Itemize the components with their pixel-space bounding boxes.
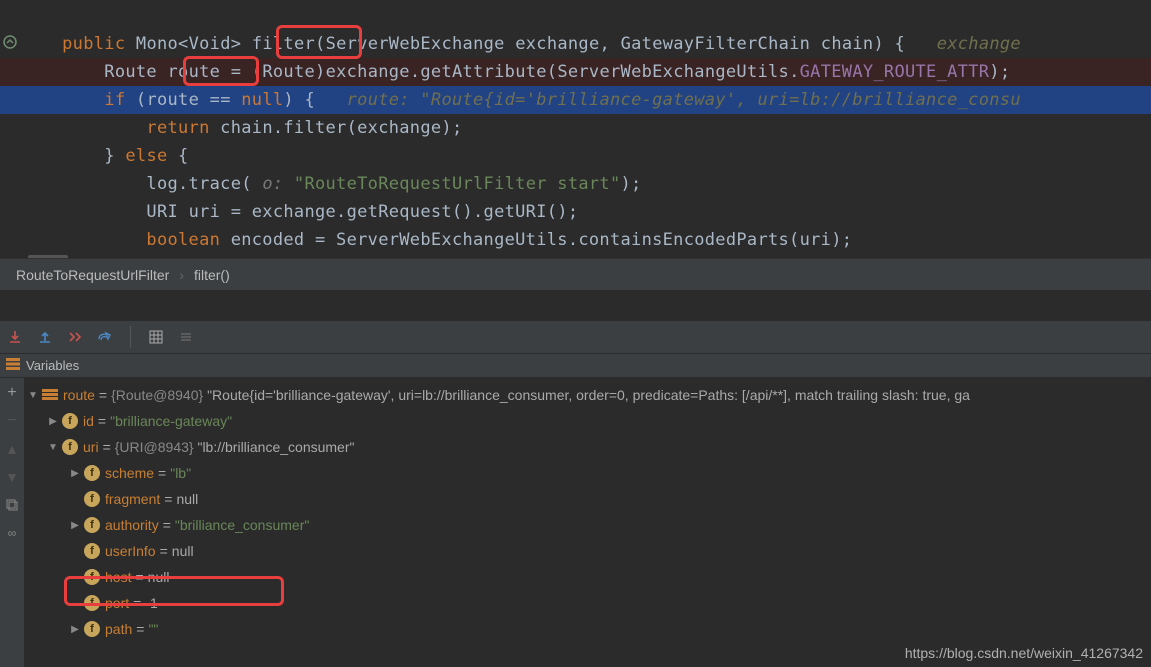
variables-header[interactable]: Variables [0,354,1151,378]
expand-arrow-right[interactable]: ▶ [46,416,60,427]
code-line[interactable]: } else { [0,142,1151,170]
tree-row[interactable]: f fragment = null [24,486,1151,512]
grid-icon[interactable] [147,328,165,346]
field-icon: f [84,543,100,559]
expand-arrow-right[interactable]: ▶ [68,520,82,531]
breadcrumb[interactable]: RouteToRequestUrlFilter › filter() [0,258,1151,290]
field-icon: f [62,413,78,429]
code-line[interactable]: log.trace( o: "RouteToRequestUrlFilter s… [0,170,1151,198]
breadcrumb-method[interactable]: filter() [194,267,230,283]
tree-row-route[interactable]: ▼ route = {Route@8940} "Route{id='brilli… [24,382,1151,408]
breadcrumb-separator: › [179,267,184,283]
override-gutter-icon[interactable] [3,35,17,49]
step-over-icon[interactable] [96,328,114,346]
code-line[interactable]: return chain.filter(exchange); [0,114,1151,142]
up-icon[interactable]: ▲ [3,440,21,458]
field-icon: f [84,621,100,637]
code-line[interactable]: URI uri = exchange.getRequest().getURI()… [0,198,1151,226]
expand-arrow-down[interactable]: ▼ [26,390,40,401]
debug-panel: Variables + − ▲ ▼ ∞ ▼ route = {Route@894… [0,290,1151,667]
tree-row[interactable]: f userInfo = null [24,538,1151,564]
expand-arrow-down[interactable]: ▼ [46,442,60,453]
field-icon: f [84,595,100,611]
stack-icon [6,358,20,373]
copy-icon[interactable] [3,496,21,514]
breadcrumb-class[interactable]: RouteToRequestUrlFilter [16,267,169,283]
code-line[interactable]: Route route = (Route)exchange.getAttribu… [0,58,1151,86]
variables-label: Variables [26,358,79,373]
tree-row[interactable]: ▶ f scheme = "lb" [24,460,1151,486]
code-line-current[interactable]: if (route == null) { route: "Route{id='b… [0,86,1151,114]
variables-tree[interactable]: ▼ route = {Route@8940} "Route{id='brilli… [24,378,1151,667]
watermark: https://blog.csdn.net/weixin_41267342 [905,645,1143,661]
tree-row[interactable]: ▶ f id = "brilliance-gateway" [24,408,1151,434]
upload-icon[interactable] [36,328,54,346]
code-line[interactable]: public Mono<Void> filter(ServerWebExchan… [0,30,1151,58]
tree-row[interactable]: ▶ f path = "" [24,616,1151,642]
download-icon[interactable] [6,328,24,346]
minus-icon[interactable]: − [3,412,21,430]
vars-gutter: + − ▲ ▼ ∞ [0,378,24,667]
tree-row[interactable]: f port = -1 [24,590,1151,616]
object-icon [42,389,58,401]
tree-row-host[interactable]: f host = null [24,564,1151,590]
field-icon: f [84,569,100,585]
editor-scrollbar[interactable] [0,254,1151,258]
down-icon[interactable]: ▼ [3,468,21,486]
code-editor[interactable]: public Mono<Void> filter(ServerWebExchan… [0,0,1151,258]
tree-row[interactable]: ▶ f authority = "brilliance_consumer" [24,512,1151,538]
field-icon: f [84,517,100,533]
expand-arrow-right[interactable]: ▶ [68,468,82,479]
settings-icon[interactable] [177,328,195,346]
step-icon[interactable] [66,328,84,346]
field-icon: f [84,465,100,481]
tree-row[interactable]: ▼ f uri = {URI@8943} "lb://brilliance_co… [24,434,1151,460]
code-line[interactable]: boolean encoded = ServerWebExchangeUtils… [0,226,1151,254]
debug-toolbar [0,320,1151,354]
field-icon: f [84,491,100,507]
expand-arrow-right[interactable]: ▶ [68,624,82,635]
link-icon[interactable]: ∞ [3,524,21,542]
plus-icon[interactable]: + [3,384,21,402]
field-icon: f [62,439,78,455]
